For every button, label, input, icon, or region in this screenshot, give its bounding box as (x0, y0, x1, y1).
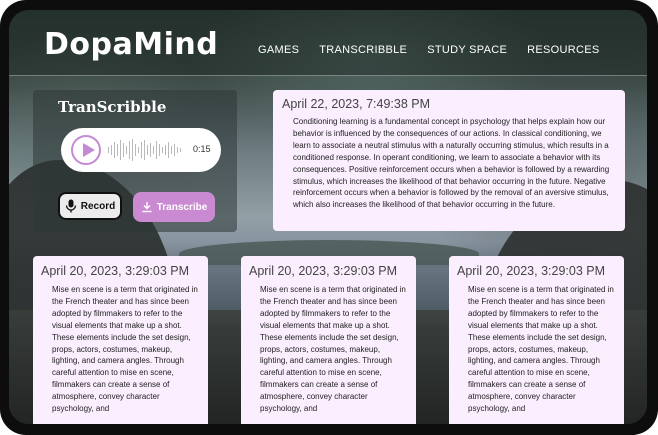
transcribe-button[interactable]: Transcribe (133, 192, 215, 222)
nav-item-resources[interactable]: RESOURCES (527, 44, 599, 56)
nav-item-study-space[interactable]: STUDY SPACE (427, 44, 507, 56)
nav-item-transcribble[interactable]: TRANSCRIBBLE (319, 44, 407, 56)
transcript-card-featured[interactable]: April 22, 2023, 7:49:38 PM Conditioning … (273, 90, 625, 231)
recorder-title: TranScribble (58, 98, 167, 116)
transcript-card[interactable]: April 20, 2023, 3:29:03 PM Mise en scene… (33, 256, 208, 424)
app-screen: DopaMind GAMES TRANSCRIBBLE STUDY SPACE … (9, 10, 647, 424)
transcript-text: Mise en scene is a term that originated … (52, 285, 198, 414)
download-icon (142, 202, 152, 213)
transcript-card[interactable]: April 20, 2023, 3:29:03 PM Mise en scene… (449, 256, 624, 424)
play-icon[interactable] (71, 135, 101, 165)
transcribe-button-label: Transcribe (156, 201, 208, 213)
transcript-date: April 20, 2023, 3:29:03 PM (249, 264, 398, 278)
app-logo[interactable]: DopaMind (44, 27, 218, 62)
transcript-text: Mise en scene is a term that originated … (260, 285, 406, 414)
main-nav: GAMES TRANSCRIBBLE STUDY SPACE RESOURCES (258, 44, 600, 56)
top-navbar: DopaMind GAMES TRANSCRIBBLE STUDY SPACE … (9, 10, 647, 76)
record-button[interactable]: Record (58, 192, 122, 220)
audio-duration: 0:15 (193, 144, 211, 154)
audio-player: 0:15 (61, 128, 221, 172)
transcript-card[interactable]: April 20, 2023, 3:29:03 PM Mise en scene… (241, 256, 416, 424)
record-button-label: Record (80, 200, 116, 212)
waveform-icon[interactable] (108, 138, 188, 162)
recorder-panel: TranScribble 0:15 Record Transcribe (33, 90, 237, 232)
device-frame: DopaMind GAMES TRANSCRIBBLE STUDY SPACE … (0, 0, 658, 435)
nav-item-games[interactable]: GAMES (258, 44, 299, 56)
transcript-date: April 20, 2023, 3:29:03 PM (41, 264, 190, 278)
transcript-text: Conditioning learning is a fundamental c… (293, 117, 610, 210)
transcript-date: April 20, 2023, 3:29:03 PM (457, 264, 606, 278)
transcript-text: Mise en scene is a term that originated … (468, 285, 614, 414)
transcript-date: April 22, 2023, 7:49:38 PM (282, 97, 431, 111)
microphone-icon (65, 199, 76, 213)
